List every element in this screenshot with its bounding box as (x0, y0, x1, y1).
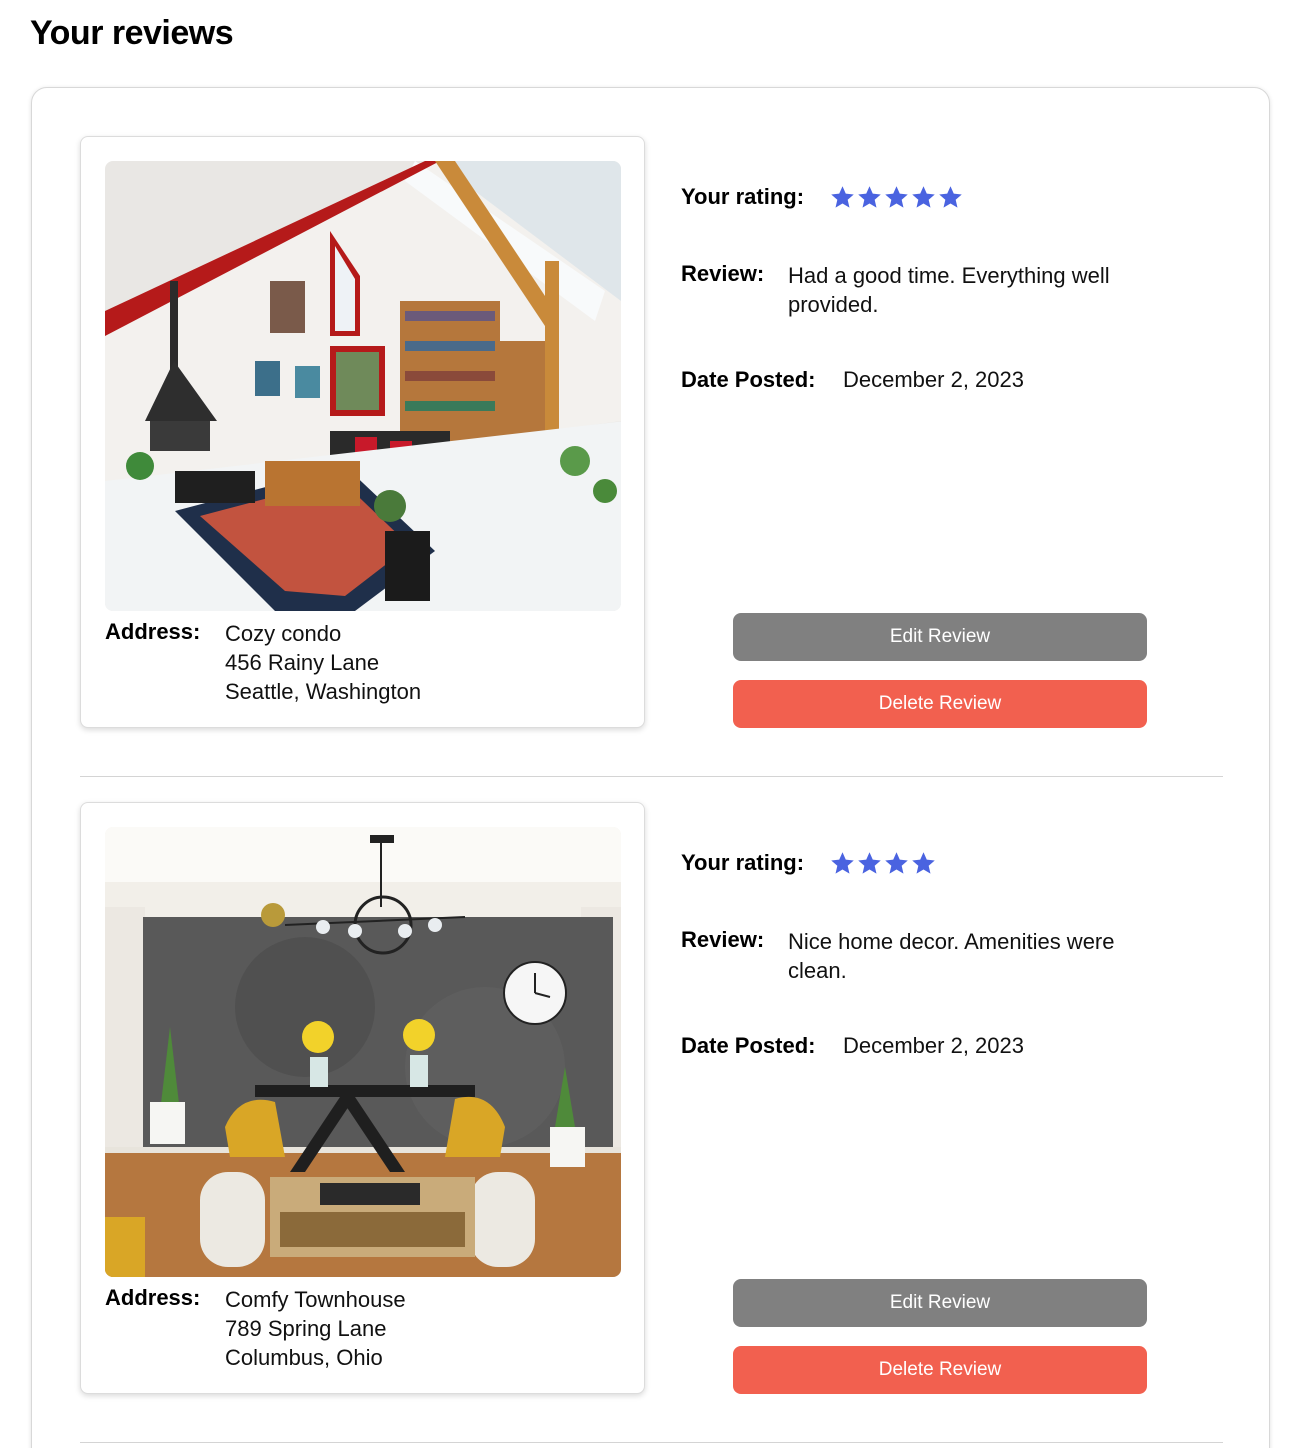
reviews-panel: Address: Cozy condo 456 Rainy Lane Seatt… (31, 87, 1270, 1448)
listing-city: Columbus, Ohio (225, 1345, 383, 1370)
listing-street: 789 Spring Lane (225, 1316, 387, 1341)
review-item: Address: Cozy condo 456 Rainy Lane Seatt… (80, 136, 1223, 802)
address-label: Address: (105, 619, 201, 644)
divider (80, 776, 1223, 777)
date-posted: December 2, 2023 (843, 1033, 1024, 1058)
rating-label: Your rating: (681, 850, 805, 875)
date-posted: December 2, 2023 (843, 367, 1024, 392)
star-icon (829, 184, 856, 211)
star-icon (856, 184, 883, 211)
star-icon (910, 850, 937, 877)
listing-card[interactable]: Address: Comfy Townhouse 789 Spring Lane… (80, 802, 645, 1394)
listing-card[interactable]: Address: Cozy condo 456 Rainy Lane Seatt… (80, 136, 645, 728)
rating-label: Your rating: (681, 184, 805, 209)
star-rating (829, 850, 937, 878)
listing-street: 456 Rainy Lane (225, 650, 380, 675)
review-item: Address: Comfy Townhouse 789 Spring Lane… (80, 802, 1223, 1448)
divider (80, 1442, 1223, 1443)
review-text: Nice home decor. Amenities were clean. (788, 929, 1115, 983)
address: Cozy condo 456 Rainy Lane Seattle, Washi… (225, 619, 421, 706)
date-label: Date Posted: (681, 367, 816, 392)
listing-name: Comfy Townhouse (225, 1287, 406, 1312)
review-label: Review: (681, 927, 765, 952)
address: Comfy Townhouse 789 Spring Lane Columbus… (225, 1285, 406, 1372)
star-icon (829, 850, 856, 877)
edit-review-button[interactable]: Edit Review (733, 1279, 1147, 1327)
address-label: Address: (105, 1285, 201, 1310)
living-room-photo (105, 161, 621, 611)
date-label: Date Posted: (681, 1033, 816, 1058)
star-icon (883, 850, 910, 877)
edit-review-button[interactable]: Edit Review (733, 613, 1147, 661)
star-icon (883, 184, 910, 211)
listing-name: Cozy condo (225, 621, 342, 646)
listing-city: Seattle, Washington (225, 679, 422, 704)
review-text: Had a good time. Everything well provide… (788, 263, 1110, 317)
delete-review-button[interactable]: Delete Review (733, 680, 1147, 728)
dining-room-photo (105, 827, 621, 1277)
delete-review-button[interactable]: Delete Review (733, 1346, 1147, 1394)
page-title: Your reviews (30, 14, 234, 52)
review-details: Your rating: Review: Had a good time. Ev… (681, 136, 1221, 728)
review-details: Your rating: Review: Nice home decor. Am… (681, 802, 1221, 1394)
star-icon (937, 184, 964, 211)
star-icon (910, 184, 937, 211)
star-rating (829, 184, 964, 212)
star-icon (856, 850, 883, 877)
review-label: Review: (681, 261, 765, 286)
